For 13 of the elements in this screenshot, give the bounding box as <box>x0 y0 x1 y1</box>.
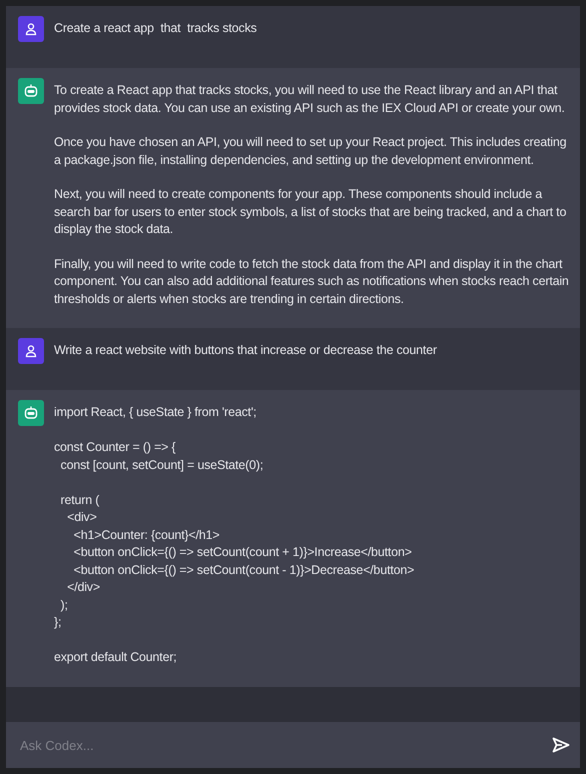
send-icon[interactable] <box>552 737 570 753</box>
robot-avatar-icon <box>18 78 44 104</box>
prompt-input-field[interactable]: Ask Codex... <box>6 722 580 768</box>
message-text: Once you have chosen an API, you will need to set up your React project. This includes creating a package.json file, installing dependencies, and setting up the development environment. <box>54 134 568 169</box>
message-text: Next, you will need to create components for your app. These components should include a search bar for users to enter stock symbols, a list of stocks that are being tracked, and a chart to display the stock data. <box>54 186 568 238</box>
robot-avatar-icon <box>18 400 44 426</box>
message-text: Write a react website with buttons that increase or decrease the counter <box>54 342 438 359</box>
message-text: Finally, you will need to write code to fetch the stock data from the API and display it in the chart component. You can also add additional features such as notifications when stocks reach certain thresholds or alerts when stocks are trending in certain directions. <box>54 256 570 308</box>
user-avatar-icon <box>18 16 44 42</box>
user-avatar-icon <box>18 338 44 364</box>
message-text: To create a React app that tracks stocks, you will need to use the React library and an API that provides stock data. You can use an existing API such as the IEX Cloud API or create your own. <box>54 82 566 117</box>
code-text: import React, { useState } from 'react'; const Counter = () => { const [count, setCount] = useState(0); return ( <div> <h1>Counter: {count}</h1> <button onClick={() => setCount(count + 1)}>Increase</button> <button onClick={() => setCount(count - 1)}>Decrease</button> </div> ); }; export default Counter; <box>54 404 416 666</box>
message-text: Create a react app that tracks stocks <box>54 20 258 37</box>
